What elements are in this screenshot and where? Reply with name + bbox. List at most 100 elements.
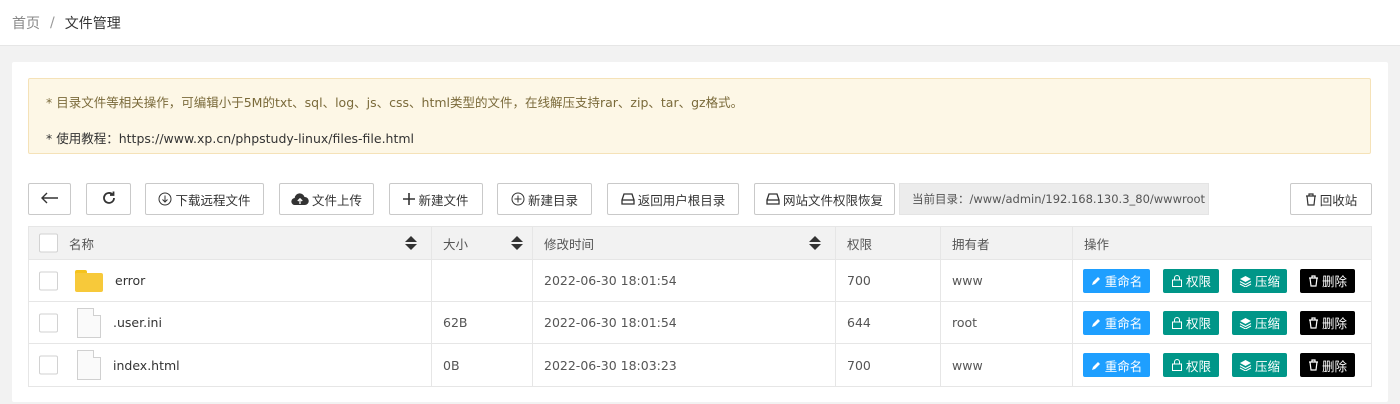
header-size-label: 大小 bbox=[443, 236, 469, 252]
new-file-label: 新建文件 bbox=[418, 192, 469, 208]
download-circle-icon bbox=[158, 192, 172, 206]
delete-label: 删除 bbox=[1321, 358, 1347, 374]
header-mtime-label: 修改时间 bbox=[544, 236, 595, 252]
file-perm: 644 bbox=[836, 302, 941, 343]
breadcrumb-current: 文件管理 bbox=[64, 15, 121, 32]
delete-button[interactable]: 删除 bbox=[1300, 353, 1355, 377]
trash-icon bbox=[1308, 316, 1319, 329]
header-mtime[interactable]: 修改时间 bbox=[533, 227, 836, 259]
file-owner: www bbox=[941, 344, 1073, 386]
breadcrumb-separator: / bbox=[50, 14, 55, 31]
rename-button[interactable]: 重命名 bbox=[1083, 353, 1150, 377]
file-name[interactable]: error bbox=[115, 273, 145, 288]
rename-button[interactable]: 重命名 bbox=[1083, 268, 1150, 293]
file-size: 0B bbox=[432, 344, 533, 386]
pencil-icon bbox=[1091, 360, 1102, 371]
table-row[interactable]: error 2022-06-30 18:01:54 700 www 重命名 权限… bbox=[29, 260, 1371, 302]
trash-icon bbox=[1305, 192, 1317, 206]
rename-label: 重命名 bbox=[1104, 358, 1143, 374]
row-actions: 重命名 权限 压缩 删除 bbox=[1073, 344, 1373, 386]
header-ops-label: 操作 bbox=[1084, 236, 1110, 252]
rename-label: 重命名 bbox=[1104, 316, 1143, 331]
download-remote-button[interactable]: 下载远程文件 bbox=[145, 183, 264, 215]
layers-icon bbox=[1239, 359, 1252, 371]
file-manager-card: * 目录文件等相关操作，可编辑小于5M的txt、sql、log、js、css、h… bbox=[12, 62, 1388, 402]
permission-label: 权限 bbox=[1185, 316, 1211, 331]
row-actions: 重命名 权限 压缩 删除 bbox=[1073, 302, 1373, 343]
header-name[interactable]: 名称 bbox=[29, 227, 432, 259]
toolbar: 下载远程文件 文件上传 新建文件 新建目录 返回用户根目录 网站文件权限恢复 当… bbox=[28, 183, 1372, 215]
arrow-left-icon bbox=[40, 192, 59, 207]
notice-line-2: * 使用教程：https://www.xp.cn/phpstudy-linux/… bbox=[46, 131, 415, 146]
current-dir-label: 当前目录： bbox=[912, 192, 970, 206]
current-directory: 当前目录： /www/admin/192.168.130.3_80/wwwroo… bbox=[899, 183, 1209, 215]
breadcrumb-home-link[interactable]: 首页 bbox=[12, 13, 40, 33]
file-size: 62B bbox=[432, 302, 533, 343]
restore-perm-button[interactable]: 网站文件权限恢复 bbox=[754, 183, 895, 215]
new-dir-button[interactable]: 新建目录 bbox=[497, 183, 592, 215]
back-root-label: 返回用户根目录 bbox=[637, 192, 726, 208]
header-name-label: 名称 bbox=[69, 236, 95, 252]
compress-button[interactable]: 压缩 bbox=[1232, 268, 1287, 293]
breadcrumb: 首页 / 文件管理 bbox=[0, 0, 1400, 46]
file-name[interactable]: .user.ini bbox=[113, 315, 162, 330]
lock-icon bbox=[1171, 316, 1183, 329]
delete-button[interactable]: 删除 bbox=[1300, 268, 1355, 293]
new-file-button[interactable]: 新建文件 bbox=[389, 183, 483, 215]
file-name-cell[interactable]: index.html bbox=[29, 344, 432, 386]
delete-label: 删除 bbox=[1321, 274, 1347, 289]
permission-button[interactable]: 权限 bbox=[1163, 268, 1219, 293]
recycle-bin-label: 回收站 bbox=[1319, 192, 1358, 208]
refresh-button[interactable] bbox=[86, 183, 131, 215]
plus-circle-icon bbox=[511, 192, 525, 206]
table-row[interactable]: index.html 0B 2022-06-30 18:03:23 700 ww… bbox=[29, 344, 1371, 386]
notice-line-1: * 目录文件等相关操作，可编辑小于5M的txt、sql、log、js、css、h… bbox=[46, 95, 744, 110]
notice-box: * 目录文件等相关操作，可编辑小于5M的txt、sql、log、js、css、h… bbox=[28, 78, 1371, 154]
file-owner: www bbox=[941, 260, 1073, 301]
compress-button[interactable]: 压缩 bbox=[1232, 310, 1287, 335]
file-perm: 700 bbox=[836, 344, 941, 386]
new-dir-label: 新建目录 bbox=[527, 192, 578, 208]
rename-button[interactable]: 重命名 bbox=[1083, 310, 1150, 335]
file-name-cell[interactable]: .user.ini bbox=[29, 302, 432, 343]
compress-label: 压缩 bbox=[1254, 316, 1280, 331]
compress-label: 压缩 bbox=[1254, 358, 1280, 374]
delete-label: 删除 bbox=[1321, 316, 1347, 331]
sort-icon[interactable] bbox=[511, 236, 523, 250]
layers-icon bbox=[1239, 275, 1252, 287]
table-row[interactable]: .user.ini 62B 2022-06-30 18:01:54 644 ro… bbox=[29, 302, 1371, 344]
header-size[interactable]: 大小 bbox=[432, 227, 533, 259]
layers-icon bbox=[1239, 317, 1252, 329]
drive-icon bbox=[621, 193, 635, 205]
recycle-bin-button[interactable]: 回收站 bbox=[1290, 183, 1372, 215]
drive-icon bbox=[766, 193, 780, 205]
current-dir-path: /www/admin/192.168.130.3_80/wwwroot bbox=[969, 192, 1206, 206]
file-perm: 700 bbox=[836, 260, 941, 301]
pencil-icon bbox=[1091, 317, 1102, 328]
back-root-button[interactable]: 返回用户根目录 bbox=[607, 183, 739, 215]
sort-icon[interactable] bbox=[405, 236, 417, 250]
upload-label: 文件上传 bbox=[311, 192, 362, 208]
permission-button[interactable]: 权限 bbox=[1163, 310, 1219, 335]
permission-label: 权限 bbox=[1185, 274, 1211, 289]
back-button[interactable] bbox=[28, 183, 71, 215]
file-name[interactable]: index.html bbox=[113, 358, 180, 373]
cloud-upload-icon bbox=[291, 192, 309, 206]
sort-icon[interactable] bbox=[809, 236, 821, 250]
delete-button[interactable]: 删除 bbox=[1300, 310, 1355, 335]
permission-button[interactable]: 权限 bbox=[1163, 353, 1219, 377]
compress-button[interactable]: 压缩 bbox=[1232, 353, 1287, 377]
file-icon bbox=[77, 350, 101, 380]
file-owner: root bbox=[941, 302, 1073, 343]
header-ops: 操作 bbox=[1073, 227, 1373, 259]
header-perm: 权限 bbox=[836, 227, 941, 259]
header-owner-label: 拥有者 bbox=[952, 236, 990, 252]
file-name-cell[interactable]: error bbox=[29, 260, 432, 301]
lock-icon bbox=[1171, 274, 1183, 287]
upload-button[interactable]: 文件上传 bbox=[279, 183, 374, 215]
file-table: 名称 大小 修改时间 权限 拥有者 操作 error 2022-06-30 18… bbox=[28, 226, 1372, 387]
file-size bbox=[432, 260, 533, 301]
pencil-icon bbox=[1091, 275, 1102, 286]
file-mtime: 2022-06-30 18:01:54 bbox=[533, 260, 836, 301]
trash-icon bbox=[1308, 359, 1319, 371]
